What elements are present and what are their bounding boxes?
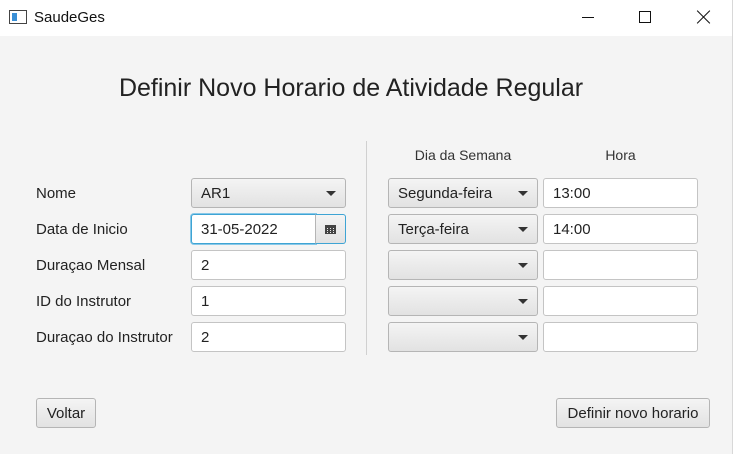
day-select-1[interactable]: Segunda-feira — [388, 178, 538, 208]
data-inicio-label: Data de Inicio — [36, 221, 128, 238]
page-title: Definir Novo Horario de Atividade Regula… — [118, 74, 584, 102]
day-select-4[interactable] — [388, 286, 538, 316]
chevron-down-icon — [518, 299, 528, 304]
chevron-down-icon — [518, 227, 528, 232]
time-field-2[interactable]: 14:00 — [543, 214, 698, 244]
time-field-1[interactable]: 13:00 — [543, 178, 698, 208]
dia-da-semana-header: Dia da Semana — [414, 147, 512, 163]
chevron-down-icon — [518, 335, 528, 340]
voltar-button[interactable]: Voltar — [36, 398, 96, 428]
hora-header: Hora — [605, 147, 636, 163]
duracao-mensal-label: Duraçao Mensal — [36, 257, 146, 274]
minimize-button[interactable] — [565, 0, 611, 34]
nome-select-value: AR1 — [201, 185, 231, 202]
app-window: SaudeGes Definir Novo Horario de Ativida… — [0, 0, 732, 454]
time-field-4[interactable] — [543, 286, 698, 316]
definir-novo-horario-button[interactable]: Definir novo horario — [556, 398, 710, 428]
close-icon — [697, 10, 711, 24]
day-select-2[interactable]: Terça-feira — [388, 214, 538, 244]
minimize-icon — [582, 16, 594, 18]
app-window-icon — [9, 10, 27, 24]
day-select-value: Terça-feira — [398, 221, 469, 238]
window-title: SaudeGes — [34, 9, 105, 26]
time-field-3[interactable] — [543, 250, 698, 280]
day-select-value: Segunda-feira — [398, 185, 493, 202]
duracao-instrutor-field[interactable]: 2 — [191, 322, 346, 352]
date-picker-button[interactable] — [315, 214, 346, 244]
day-select-5[interactable] — [388, 322, 538, 352]
nome-select[interactable]: AR1 — [191, 178, 346, 208]
nome-label: Nome — [36, 185, 77, 202]
chevron-down-icon — [326, 191, 336, 196]
duracao-mensal-field[interactable]: 2 — [191, 250, 346, 280]
maximize-button[interactable] — [622, 0, 668, 34]
id-instrutor-field[interactable]: 1 — [191, 286, 346, 316]
chevron-down-icon — [518, 191, 528, 196]
chevron-down-icon — [518, 263, 528, 268]
day-select-3[interactable] — [388, 250, 538, 280]
duracao-instrutor-label: Duraçao do Instrutor — [36, 329, 173, 346]
maximize-icon — [639, 11, 651, 23]
window-edge — [732, 0, 737, 454]
title-bar: SaudeGes — [0, 0, 732, 36]
close-button[interactable] — [681, 0, 727, 34]
id-instrutor-label: ID do Instrutor — [36, 293, 132, 310]
calendar-icon — [325, 224, 336, 234]
time-field-5[interactable] — [543, 322, 698, 352]
data-inicio-field[interactable]: 31-05-2022 — [191, 214, 316, 244]
vertical-divider — [366, 141, 367, 355]
